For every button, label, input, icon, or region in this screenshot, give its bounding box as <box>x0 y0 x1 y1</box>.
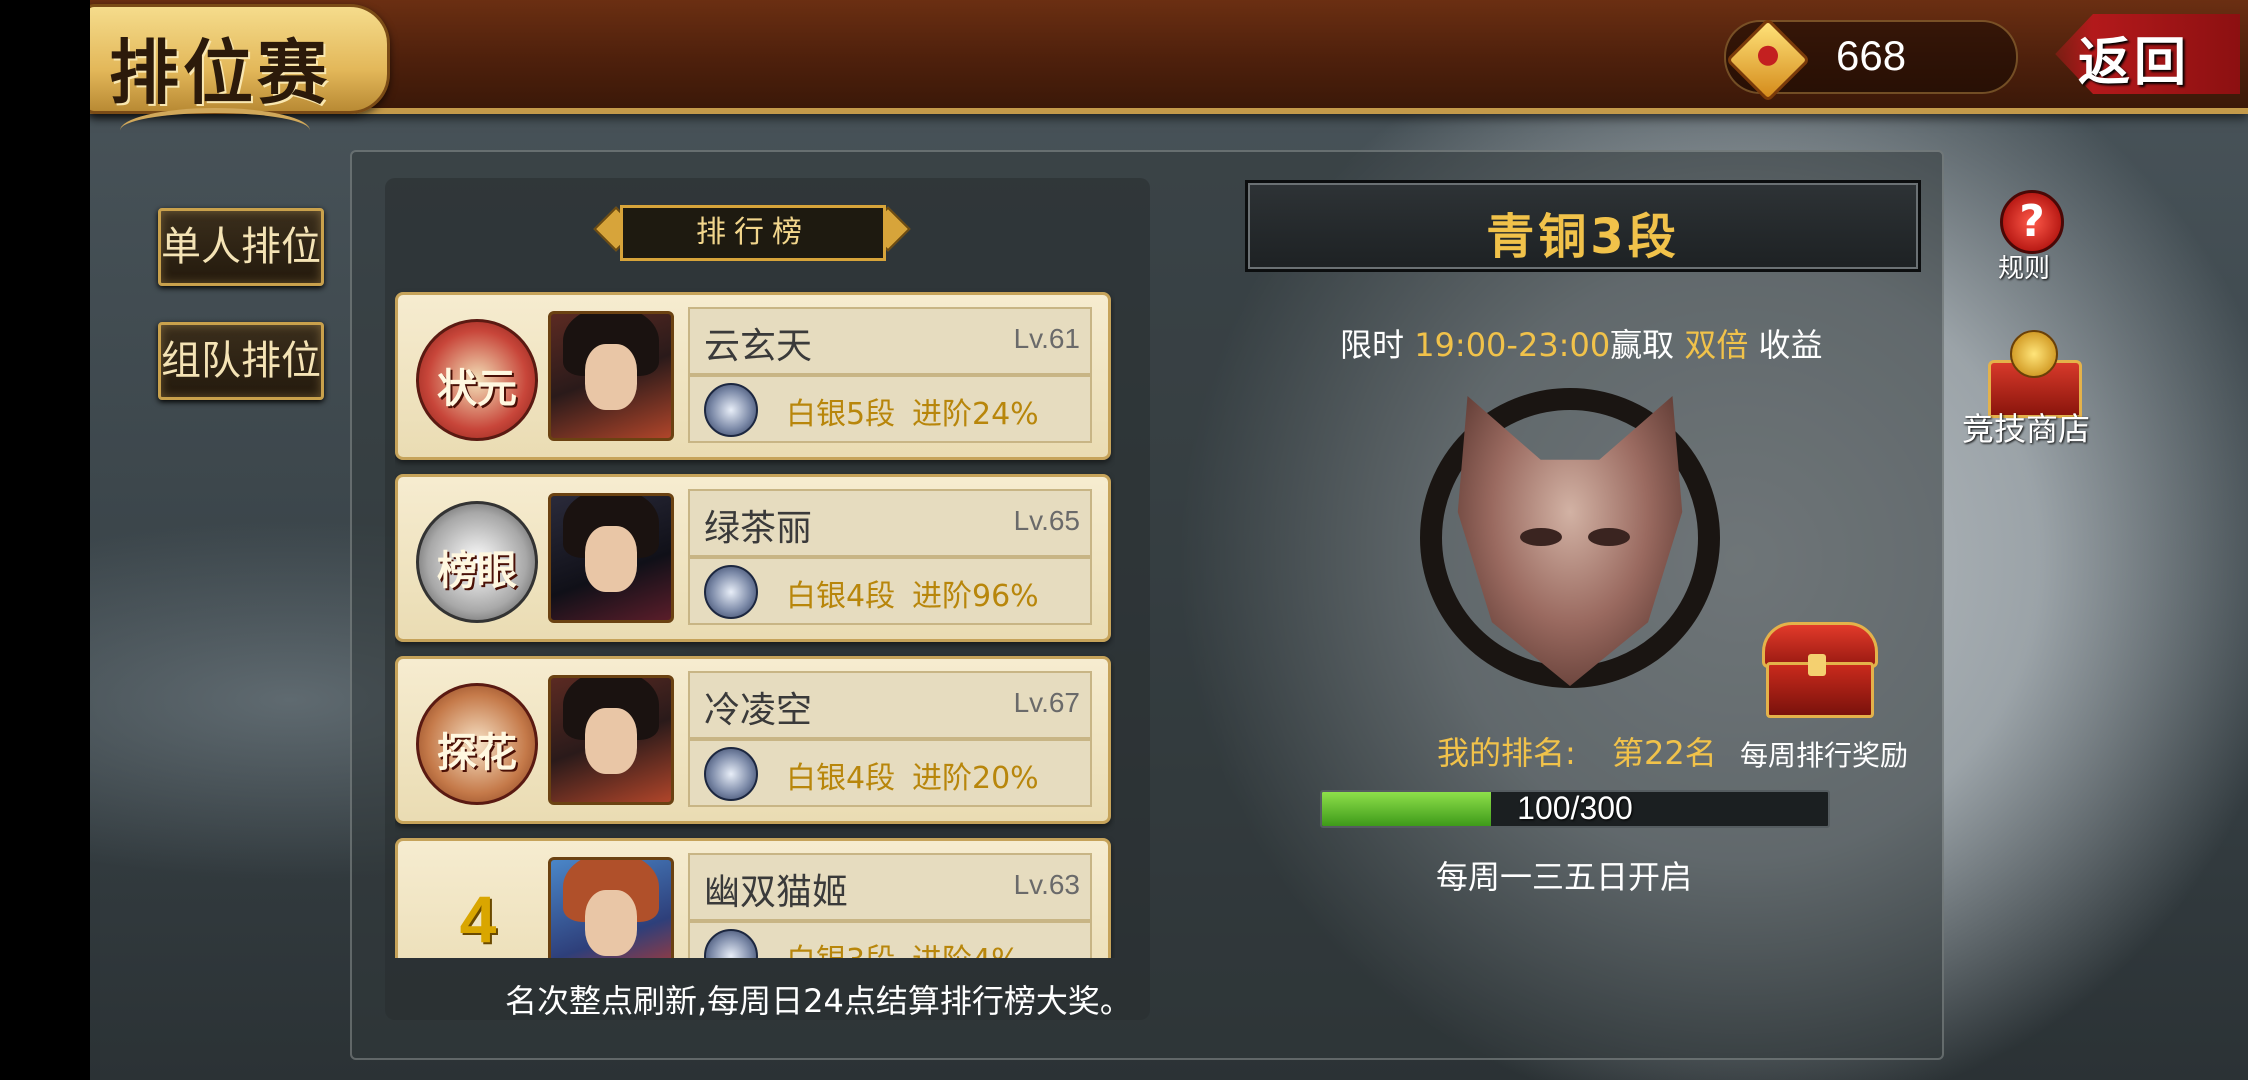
my-rank-value: 第22名 <box>1612 734 1717 772</box>
rules-label[interactable]: 规则 <box>1998 248 2050 285</box>
tier-progress-bar: 100/300 <box>1320 790 1830 828</box>
rank-badge-first: 状元 <box>416 319 538 441</box>
advance-progress-text: 进阶96% <box>912 579 1039 614</box>
avatar <box>548 675 674 805</box>
tier-info: 白银3段 进阶4% <box>688 921 1092 958</box>
silver-tier-icon <box>704 929 758 958</box>
advance-progress-text: 进阶24% <box>912 397 1039 432</box>
currency-value: 668 <box>1836 32 1907 79</box>
tier-emblem-icon <box>1420 378 1730 708</box>
tier-progress-text: 100/300 <box>1517 790 1633 826</box>
current-tier-banner: 青铜3段 <box>1245 180 1921 272</box>
tier-text: 白银3段 <box>786 935 895 958</box>
silver-tier-icon <box>704 383 758 437</box>
player-level: Lv.61 <box>1013 323 1080 354</box>
player-info: 冷凌空 Lv.67 <box>688 671 1092 739</box>
advance-progress-text: 进阶20% <box>912 761 1039 796</box>
rank-badge-second: 榜眼 <box>416 501 538 623</box>
avatar <box>548 493 674 623</box>
bonus-highlight: 双倍 <box>1684 326 1749 364</box>
player-level: Lv.63 <box>1013 869 1080 900</box>
silver-tier-icon <box>704 747 758 801</box>
tier-text: 白银5段 <box>786 397 896 432</box>
player-info: 绿茶丽 Lv.65 <box>688 489 1092 557</box>
leaderboard-entry[interactable]: 状元 云玄天 Lv.61 白银5段 进阶24% <box>395 292 1111 460</box>
leaderboard-entry[interactable]: 榜眼 绿茶丽 Lv.65 白银4段 进阶96% <box>395 474 1111 642</box>
tier-info: 白银4段 进阶20% <box>688 739 1092 807</box>
leaderboard-entry[interactable]: 4 幽双猫姬 Lv.63 白银3段 进阶4% <box>395 838 1111 958</box>
bonus-prefix: 限时 <box>1340 326 1405 364</box>
bonus-time: 19:00-23:00 <box>1414 326 1611 364</box>
avatar <box>548 311 674 441</box>
player-name: 幽双猫姬 <box>704 872 849 913</box>
player-level: Lv.65 <box>1013 505 1080 536</box>
player-level: Lv.67 <box>1013 687 1080 718</box>
bonus-notice: 限时 19:00-23:00赢取 双倍 收益 <box>1340 320 1823 366</box>
currency-display: 668 <box>1724 17 2018 103</box>
title-ornament <box>120 108 310 153</box>
player-name: 云玄天 <box>704 326 813 367</box>
leaderboard-footer-note: 名次整点刷新,每周日24点结算排行榜大奖。 <box>505 982 1132 1020</box>
rank-badge-label: 探花 <box>437 729 517 776</box>
silver-tier-icon <box>704 565 758 619</box>
player-name: 绿茶丽 <box>704 508 813 549</box>
rank-badge-third: 探花 <box>416 683 538 805</box>
rules-icon[interactable]: ? <box>2000 190 2064 254</box>
avatar <box>548 857 674 958</box>
rank-number: 4 <box>459 882 497 956</box>
bonus-suffix: 收益 <box>1758 326 1823 364</box>
player-info: 云玄天 Lv.61 <box>688 307 1092 375</box>
tier-text: 白银4段 <box>786 761 896 796</box>
current-tier: 青铜3段 <box>1486 209 1680 265</box>
player-name: 冷凌空 <box>704 690 813 731</box>
page-title: 排位赛 <box>109 31 331 114</box>
rank-badge-label: 榜眼 <box>437 547 517 594</box>
my-rank-label: 我的排名: <box>1437 734 1576 772</box>
back-button-label[interactable]: 返回 <box>2078 20 2190 95</box>
weekly-reward-label[interactable]: 每周排行奖励 <box>1740 734 1908 774</box>
tab-solo-ranked[interactable]: 单人排位 <box>158 208 324 286</box>
leaderboard-title: 排行榜 <box>620 205 886 261</box>
treasure-chest-icon[interactable] <box>1762 622 1878 718</box>
player-info: 幽双猫姬 Lv.63 <box>688 853 1092 921</box>
tab-team-ranked[interactable]: 组队排位 <box>158 322 324 400</box>
shop-icon[interactable] <box>1980 330 2084 418</box>
shop-label[interactable]: 竞技商店 <box>1962 404 2090 450</box>
title-plate: 排位赛 <box>90 4 390 114</box>
bonus-mid: 赢取 <box>1610 326 1675 364</box>
advance-progress-text: 进阶4% <box>912 935 1020 958</box>
leaderboard-entry[interactable]: 探花 冷凌空 Lv.67 白银4段 进阶20% <box>395 656 1111 824</box>
tier-info: 白银4段 进阶96% <box>688 557 1092 625</box>
rank-badge-label: 状元 <box>437 365 517 412</box>
tier-info: 白银5段 进阶24% <box>688 375 1092 443</box>
leaderboard-list[interactable]: 状元 云玄天 Lv.61 白银5段 进阶24% 榜眼 绿茶丽 Lv.65 白银4… <box>395 288 1115 958</box>
tier-text: 白银4段 <box>786 579 896 614</box>
schedule-text: 每周一三五日开启 <box>1436 858 1693 896</box>
